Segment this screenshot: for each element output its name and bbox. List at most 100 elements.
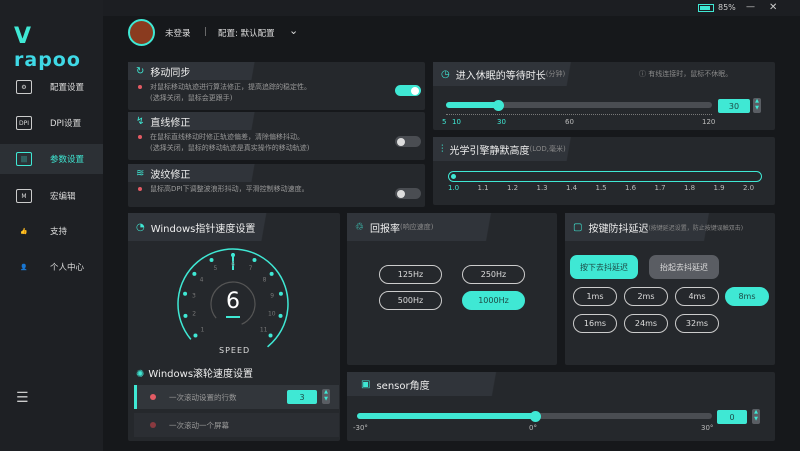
dial-mark <box>183 291 188 296</box>
rapoo-logo: V rapoo <box>14 24 81 71</box>
tick-label: 1.2 <box>507 184 519 192</box>
description: 鼠标高DPI下调整波浪形抖动，平滑控制移动速度。 <box>150 185 309 193</box>
dial-label: 10 <box>268 311 276 318</box>
slider-handle[interactable] <box>492 99 504 111</box>
dial-mark <box>268 333 273 338</box>
sleep-stepper[interactable]: ▲ ▼ <box>753 98 761 113</box>
dial-label: 3 <box>192 293 196 300</box>
sidebar-item-config[interactable]: ⚙ 配置设置 <box>0 72 103 102</box>
debounce-32ms[interactable]: 32ms <box>675 314 719 333</box>
sidebar-item-label: DPI设置 <box>50 119 82 129</box>
debounce-2ms[interactable]: 2ms <box>624 287 668 306</box>
sidebar-item-params[interactable]: ||| 参数设置 <box>0 144 103 174</box>
sidebar-item-label: 宏编辑 <box>50 192 76 202</box>
scroll-lines-row[interactable]: 一次滚动设置的行数 3 ▲ ▼ <box>134 385 339 409</box>
sidebar-item-label: 支持 <box>50 227 68 237</box>
thumbs-up-icon: 👍 <box>20 227 28 235</box>
slider-handle[interactable] <box>451 173 456 179</box>
dial-label: 8 <box>263 276 267 283</box>
tick-label: 1.7 <box>654 184 666 192</box>
dial-label: 11 <box>260 327 268 334</box>
clock-icon: ◷ <box>441 68 450 80</box>
tick-label: 2.0 <box>743 184 755 192</box>
divider: | <box>204 27 207 37</box>
battery-icon <box>698 4 714 12</box>
config-icon: ⚙ <box>16 80 32 94</box>
tick-label: 1.5 <box>595 184 607 192</box>
tick-label: 10 <box>452 118 461 126</box>
sliders-icon: ||| <box>16 152 32 166</box>
sleep-slider[interactable] <box>446 99 712 111</box>
ripple-toggle[interactable] <box>395 188 421 199</box>
sidebar-item-label: 配置设置 <box>50 83 85 93</box>
row-label: 一次滚动一个屏幕 <box>169 421 229 430</box>
tick-label: 60 <box>565 118 574 126</box>
minimize-button[interactable]: — <box>746 2 755 12</box>
motion-sync-toggle[interactable] <box>395 85 421 96</box>
description: 在鼠标直线移动时修正轨迹偏差，清除偏移抖动。 <box>150 133 304 141</box>
signal-icon: ♲ <box>355 221 364 233</box>
pointer-speed-panel: ◔ Windows指针速度设置 1 2 3 4 5 6 7 8 9 10 11 6 SPEED ✺ Wi… <box>128 213 340 441</box>
scroll-lines-stepper[interactable]: ▲ ▼ <box>322 389 330 404</box>
sidebar-item-support[interactable]: 👍 支持 <box>0 216 103 246</box>
dial-label: 1 <box>200 327 204 334</box>
sensor-angle-input[interactable]: 0 <box>717 410 747 424</box>
line-icon: ↯ <box>136 115 145 127</box>
speed-label: SPEED <box>219 346 251 355</box>
debounce-8ms[interactable]: 8ms <box>725 287 769 306</box>
scroll-wheel-icon: ✺ <box>136 369 145 380</box>
report-rate-500[interactable]: 500Hz <box>379 291 442 310</box>
scroll-screen-row[interactable]: 一次滚动一个屏幕 <box>134 413 339 437</box>
login-status[interactable]: 未登录 <box>165 27 191 39</box>
release-debounce-tab[interactable]: 抬起去抖延迟 <box>649 255 719 279</box>
panel-title: 光学引擎静默高度 <box>449 145 530 157</box>
wave-icon: ≋ <box>136 167 145 179</box>
report-rate-250[interactable]: 250Hz <box>462 265 525 284</box>
collapse-menu-icon[interactable]: ☰ <box>16 390 29 406</box>
debounce-4ms[interactable]: 4ms <box>675 287 719 306</box>
press-debounce-tab[interactable]: 按下去抖延迟 <box>570 255 638 279</box>
macro-icon: M <box>16 189 32 203</box>
avatar[interactable] <box>128 19 155 46</box>
close-button[interactable]: ✕ <box>769 2 777 13</box>
sidebar-item-label: 个人中心 <box>50 263 85 273</box>
sidebar-item-macro[interactable]: M 宏编辑 <box>0 181 103 211</box>
description: 对鼠标移动轨迹进行算法修正，提高追踪的稳定性。 <box>150 83 311 91</box>
dial-label: 2 <box>192 311 196 318</box>
dial-label: 6 <box>231 261 235 268</box>
scroll-lines-input[interactable]: 3 <box>287 390 317 404</box>
debounce-16ms[interactable]: 16ms <box>573 314 617 333</box>
report-rate-125[interactable]: 125Hz <box>379 265 442 284</box>
dial-mark <box>278 291 283 296</box>
sidebar-item-profile[interactable]: 👤 个人中心 <box>0 252 103 282</box>
refresh-icon: ↻ <box>136 65 145 77</box>
speed-value: 6 <box>226 289 240 314</box>
row-label: 一次滚动设置的行数 <box>169 393 237 402</box>
tick-label: 1.3 <box>536 184 548 192</box>
key-icon: ▢ <box>573 221 583 233</box>
sidebar-item-label: 参数设置 <box>50 155 85 165</box>
lod-panel: ⫶ 光学引擎静默高度 (LOD,毫米) 1.0 1.1 1.2 1.3 1.4 1.5 1.6 1… <box>433 137 775 205</box>
user-icon: 👤 <box>20 263 28 271</box>
panel-title: sensor角度 <box>376 380 430 392</box>
panel-title: 移动同步 <box>150 67 191 79</box>
unit-label: (LOD,毫米) <box>529 145 566 153</box>
sleep-value-input[interactable]: 30 <box>718 99 750 113</box>
chevron-down-icon[interactable]: ⌄ <box>289 24 298 37</box>
dial-mark <box>192 271 197 276</box>
debounce-24ms[interactable]: 24ms <box>624 314 668 333</box>
sidebar: V rapoo ⚙ 配置设置 DPI DPI设置 ||| 参数设置 M 宏编辑 👍 支持 … <box>0 0 103 451</box>
angle-snap-toggle[interactable] <box>395 136 421 147</box>
debounce-1ms[interactable]: 1ms <box>573 287 617 306</box>
sidebar-item-dpi[interactable]: DPI DPI设置 <box>0 108 103 138</box>
sensor-angle-stepper[interactable]: ▲ ▼ <box>752 409 760 424</box>
dial-mark <box>269 271 274 276</box>
sensor-angle-slider[interactable] <box>357 410 712 422</box>
description: (选择关闭，鼠标的移动轨迹是真实操作的移动轨迹) <box>150 144 310 152</box>
panel-title: 进入休眠的等待时长 <box>455 70 546 82</box>
profile-selector[interactable]: 配置: 默认配置 <box>218 27 275 39</box>
tick-label: 1.4 <box>566 184 578 192</box>
slider-handle[interactable] <box>529 410 541 422</box>
lod-slider[interactable] <box>448 171 762 182</box>
report-rate-1000[interactable]: 1000Hz <box>462 291 525 310</box>
